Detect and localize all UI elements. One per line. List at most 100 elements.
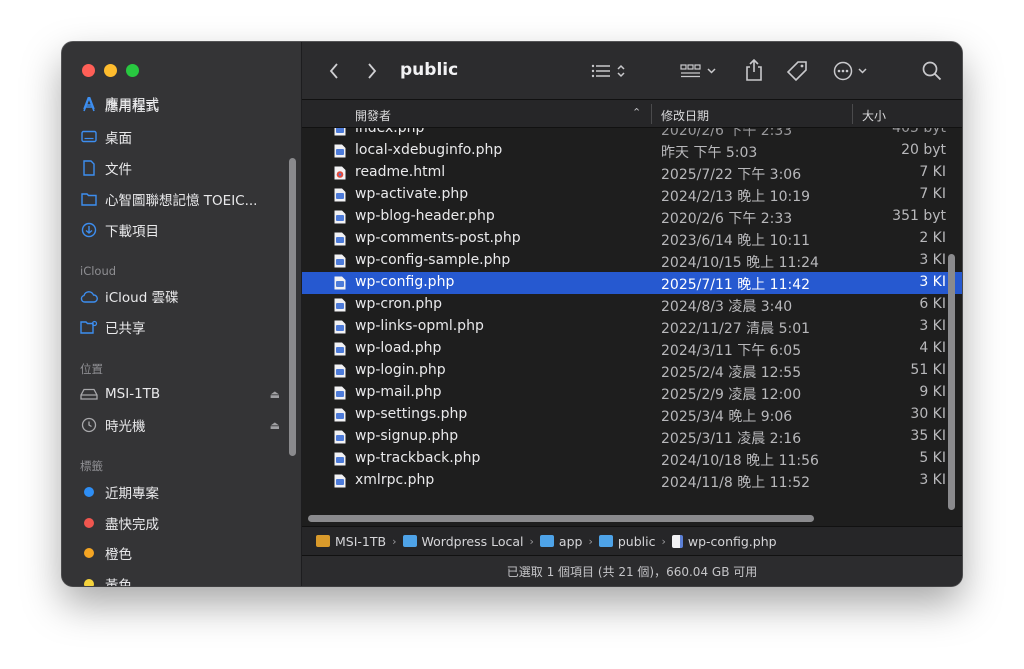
file-row[interactable]: wp-blog-header.php 2020/2/6 下午 2:33 351 … bbox=[302, 206, 962, 228]
file-date: 2020/2/6 下午 2:33 bbox=[661, 128, 793, 139]
forward-button[interactable] bbox=[360, 59, 384, 83]
more-icon bbox=[833, 61, 867, 81]
cloud-icon bbox=[80, 287, 98, 305]
file-date: 2025/2/9 凌晨 12:00 bbox=[661, 387, 802, 403]
file-size: 3 KI bbox=[919, 472, 946, 488]
column-name[interactable]: 開發者 bbox=[355, 107, 391, 124]
file-row[interactable]: wp-activate.php 2024/2/13 晚上 10:19 7 KI bbox=[302, 184, 962, 206]
file-size: 7 KI bbox=[919, 164, 946, 180]
file-row-selected[interactable]: wp-config.php 2025/7/11 晚上 11:42 3 KI bbox=[302, 272, 962, 294]
file-date: 2023/6/14 晚上 10:11 bbox=[661, 233, 811, 249]
file-row[interactable]: readme.html 2025/7/22 下午 3:06 7 KI bbox=[302, 162, 962, 184]
php-file-icon bbox=[334, 364, 346, 378]
file-row[interactable]: wp-cron.php 2024/8/3 凌晨 3:40 6 KI bbox=[302, 294, 962, 316]
file-row[interactable]: wp-comments-post.php 2023/6/14 晚上 10:11 … bbox=[302, 228, 962, 250]
chevron-right-icon: › bbox=[392, 534, 397, 548]
eject-icon[interactable]: ⏏ bbox=[270, 388, 280, 401]
time-machine-icon bbox=[80, 416, 98, 434]
file-date: 2024/10/18 晚上 11:56 bbox=[661, 453, 819, 469]
share-button[interactable] bbox=[742, 57, 766, 83]
back-button[interactable] bbox=[322, 59, 346, 83]
file-date: 2024/3/11 下午 6:05 bbox=[661, 343, 802, 359]
file-name: index.php bbox=[355, 128, 425, 136]
close-button[interactable] bbox=[82, 64, 95, 77]
search-button[interactable] bbox=[920, 59, 944, 83]
file-name: wp-load.php bbox=[355, 340, 442, 356]
php-file-icon bbox=[334, 144, 346, 158]
file-date: 2025/3/4 晚上 9:06 bbox=[661, 409, 793, 425]
sidebar-item-applications-visible[interactable]: 應用程式 bbox=[80, 95, 280, 113]
column-date[interactable]: 修改日期 bbox=[661, 107, 709, 124]
file-date: 2025/2/4 凌晨 12:55 bbox=[661, 365, 802, 381]
file-row[interactable]: wp-config-sample.php 2024/10/15 晚上 11:24… bbox=[302, 250, 962, 272]
path-segment-wp-config[interactable]: wp-config.php bbox=[671, 534, 777, 549]
file-row[interactable]: index.php 2020/2/6 下午 2:33 405 byt bbox=[302, 128, 962, 140]
file-row[interactable]: wp-login.php 2025/2/4 凌晨 12:55 51 KI bbox=[302, 360, 962, 382]
file-row[interactable]: wp-mail.php 2025/2/9 凌晨 12:00 9 KI bbox=[302, 382, 962, 404]
minimize-button[interactable] bbox=[104, 64, 117, 77]
sidebar-tag-orange[interactable]: 橙色 bbox=[80, 542, 280, 564]
column-separator[interactable] bbox=[651, 104, 652, 124]
file-row[interactable]: wp-settings.php 2025/3/4 晚上 9:06 30 KI bbox=[302, 404, 962, 426]
file-size: 20 byt bbox=[901, 142, 946, 158]
sidebar-item-toeic-folder[interactable]: 心智圖聯想記憶 TOEIC... bbox=[80, 188, 280, 210]
window-title: public bbox=[400, 60, 459, 80]
tag-button[interactable] bbox=[784, 58, 810, 84]
php-file-icon bbox=[334, 254, 346, 268]
column-size[interactable]: 大小 bbox=[862, 107, 886, 124]
downloads-icon bbox=[80, 221, 98, 239]
sidebar-tag-recent-projects[interactable]: 近期專案 bbox=[80, 481, 280, 503]
php-file-icon bbox=[334, 298, 346, 312]
sidebar-section-icloud: iCloud bbox=[80, 264, 117, 278]
file-row[interactable]: local-xdebuginfo.php 昨天 下午 5:03 20 byt bbox=[302, 140, 962, 162]
sidebar-item-desktop[interactable]: 桌面 bbox=[80, 126, 280, 148]
shared-folder-icon bbox=[80, 318, 98, 336]
path-segment-app[interactable]: app bbox=[539, 534, 582, 549]
file-size: 351 byt bbox=[892, 208, 946, 224]
folder-icon bbox=[402, 535, 417, 547]
file-row[interactable]: wp-trackback.php 2024/10/18 晚上 11:56 5 K… bbox=[302, 448, 962, 470]
zoom-button[interactable] bbox=[126, 64, 139, 77]
sidebar-tag-asap[interactable]: 盡快完成 bbox=[80, 512, 280, 534]
file-name: wp-config-sample.php bbox=[355, 252, 511, 268]
vertical-scrollbar[interactable] bbox=[948, 254, 955, 510]
tag-icon bbox=[786, 61, 807, 82]
path-segment-wordpress-local[interactable]: Wordpress Local bbox=[402, 534, 524, 549]
sidebar-item-label: 盡快完成 bbox=[105, 517, 159, 533]
sidebar-titlebar bbox=[62, 42, 301, 98]
sidebar-item-documents[interactable]: 文件 bbox=[80, 157, 280, 179]
sidebar-tag-yellow[interactable]: 黃色 bbox=[80, 573, 280, 586]
file-size: 3 KI bbox=[919, 252, 946, 268]
view-options-button[interactable] bbox=[586, 59, 634, 83]
path-segment-public[interactable]: public bbox=[598, 533, 656, 549]
file-row[interactable]: wp-links-opml.php 2022/11/27 清晨 5:01 3 K… bbox=[302, 316, 962, 338]
eject-icon[interactable]: ⏏ bbox=[270, 419, 280, 432]
toolbar: public bbox=[302, 42, 962, 100]
sidebar-item-msi-1tb[interactable]: MSI-1TB ⏏ bbox=[80, 383, 280, 405]
path-segment-msi-1tb[interactable]: MSI-1TB bbox=[316, 534, 386, 549]
file-row[interactable]: xmlrpc.php 2024/11/8 晚上 11:52 3 KI bbox=[302, 470, 962, 492]
back-icon bbox=[329, 63, 338, 79]
window-controls bbox=[82, 64, 139, 77]
chevron-right-icon: › bbox=[588, 534, 593, 548]
path-segment-label: public bbox=[617, 533, 656, 549]
group-button[interactable] bbox=[678, 59, 722, 83]
more-actions-button[interactable] bbox=[830, 59, 874, 83]
sidebar-item-downloads[interactable]: 下載項目 bbox=[80, 219, 280, 241]
file-name: wp-links-opml.php bbox=[355, 318, 484, 334]
file-name: wp-blog-header.php bbox=[355, 208, 495, 224]
sidebar-item-icloud-drive[interactable]: iCloud 雲碟 bbox=[80, 285, 280, 307]
sidebar-item-shared[interactable]: 已共享 bbox=[80, 316, 280, 338]
sort-ascending-icon[interactable]: ⌃ bbox=[632, 106, 641, 119]
sidebar-item-time-machine[interactable]: 時光機 ⏏ bbox=[80, 414, 280, 436]
column-separator[interactable] bbox=[852, 104, 853, 124]
sidebar-item-label: iCloud 雲碟 bbox=[105, 290, 179, 306]
file-name: wp-signup.php bbox=[355, 428, 459, 444]
file-row[interactable]: wp-signup.php 2025/3/11 凌晨 2:16 35 KI bbox=[302, 426, 962, 448]
folder-icon bbox=[80, 190, 98, 208]
file-name: wp-activate.php bbox=[355, 186, 469, 202]
php-file-icon bbox=[334, 188, 346, 202]
file-row[interactable]: wp-load.php 2024/3/11 下午 6:05 4 KI bbox=[302, 338, 962, 360]
sidebar-scrollbar[interactable] bbox=[289, 158, 296, 456]
horizontal-scrollbar[interactable] bbox=[308, 515, 814, 522]
